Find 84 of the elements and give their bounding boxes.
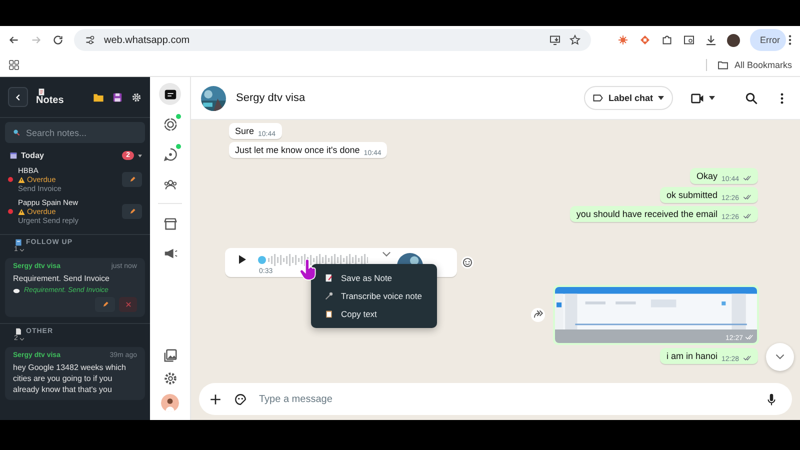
chevron-left-icon	[14, 94, 22, 100]
warning-icon	[18, 176, 25, 182]
site-settings-icon[interactable]	[84, 34, 96, 46]
profile-avatar[interactable]	[161, 394, 179, 412]
section-title: Today	[21, 151, 44, 160]
note-text: hey Google 13482 weeks which cities are you going to if you already know that that's you	[13, 362, 127, 395]
double-check-icon	[743, 213, 752, 219]
star-icon[interactable]	[569, 34, 581, 46]
microphone-icon[interactable]	[765, 392, 778, 406]
close-icon	[124, 301, 132, 308]
status-dot	[176, 114, 181, 119]
menu-item[interactable]: Transcribe voice note	[311, 287, 437, 305]
speech-bubble-icon	[13, 288, 20, 294]
edit-button[interactable]	[122, 204, 142, 219]
document-icon	[15, 328, 22, 335]
all-bookmarks-button[interactable]: All Bookmarks	[706, 59, 792, 71]
double-check-icon	[743, 175, 752, 181]
double-check-icon	[743, 355, 752, 361]
edit-button[interactable]	[122, 172, 142, 187]
notepad-icon	[38, 88, 45, 96]
search-input[interactable]: Search notes...	[26, 128, 126, 138]
caret-icon	[709, 96, 715, 100]
menu-icon[interactable]	[780, 92, 784, 104]
search-icon[interactable]	[745, 92, 758, 104]
extension-icon[interactable]	[617, 34, 629, 46]
status-icon	[162, 116, 178, 132]
store-icon	[162, 216, 178, 230]
pencil-icon	[128, 176, 136, 183]
caret-icon	[658, 96, 664, 100]
double-check-icon	[743, 194, 752, 200]
pencil-icon	[128, 208, 136, 215]
mic-icon	[325, 292, 333, 300]
install-app-icon[interactable]	[549, 34, 561, 46]
forward-icon[interactable]	[531, 308, 545, 322]
extension-icon[interactable]	[639, 34, 651, 46]
profile-error-button[interactable]: Error	[750, 29, 786, 51]
double-check-icon	[745, 334, 754, 340]
note-icon	[325, 274, 333, 282]
note-text: Requirement. Send Invoice	[13, 273, 110, 284]
chats-tab[interactable]	[159, 83, 181, 105]
warning-icon	[18, 208, 25, 214]
calendar-icon	[10, 152, 17, 159]
clipboard-icon	[15, 239, 22, 246]
media-icon[interactable]	[162, 348, 178, 363]
caret-icon[interactable]	[20, 338, 24, 340]
chevron-down-icon	[775, 354, 785, 360]
status-dot	[176, 144, 181, 149]
message-composer[interactable]: Type a message	[199, 383, 792, 415]
tab-search-icon[interactable]	[683, 34, 695, 46]
status-dot	[8, 209, 13, 214]
search-field[interactable]: Search notes...	[5, 122, 145, 143]
dropdown-caret-icon[interactable]	[382, 251, 391, 257]
url-text: web.whatsapp.com	[104, 34, 190, 46]
channels-icon	[162, 146, 178, 162]
video-camera-icon	[691, 92, 704, 104]
pencil-icon	[102, 301, 108, 308]
caret-icon[interactable]	[20, 248, 24, 252]
label-icon	[593, 94, 604, 102]
search-icon	[13, 129, 20, 136]
panel-title: Notes	[36, 96, 64, 106]
sticker-icon[interactable]	[234, 392, 247, 406]
edit-button[interactable]	[95, 297, 115, 312]
download-icon[interactable]	[705, 34, 717, 46]
contact-avatar[interactable]	[201, 86, 226, 110]
settings-icon[interactable]	[162, 371, 178, 386]
reload-icon[interactable]	[52, 34, 64, 46]
menu-item[interactable]: Copy text	[311, 305, 437, 323]
collapse-button[interactable]	[8, 87, 28, 107]
plus-icon[interactable]	[209, 392, 222, 406]
caret-icon[interactable]	[138, 154, 142, 158]
message-input[interactable]: Type a message	[259, 394, 753, 404]
apps-icon[interactable]	[8, 59, 20, 71]
label-chat-button[interactable]: Label chat	[584, 86, 673, 110]
more-icon[interactable]	[788, 34, 792, 46]
emoji-reaction-icon[interactable]	[461, 256, 474, 269]
address-bar[interactable]: web.whatsapp.com	[74, 29, 591, 51]
folder-icon[interactable]	[93, 92, 104, 102]
clipboard-icon	[325, 310, 333, 318]
folder-icon	[717, 59, 730, 71]
contact-name[interactable]: Sergy dtv visa	[236, 92, 306, 104]
back-icon[interactable]	[8, 34, 20, 46]
status-dot	[8, 177, 13, 182]
profile-avatar[interactable]	[727, 34, 740, 46]
play-icon[interactable]	[239, 255, 246, 264]
